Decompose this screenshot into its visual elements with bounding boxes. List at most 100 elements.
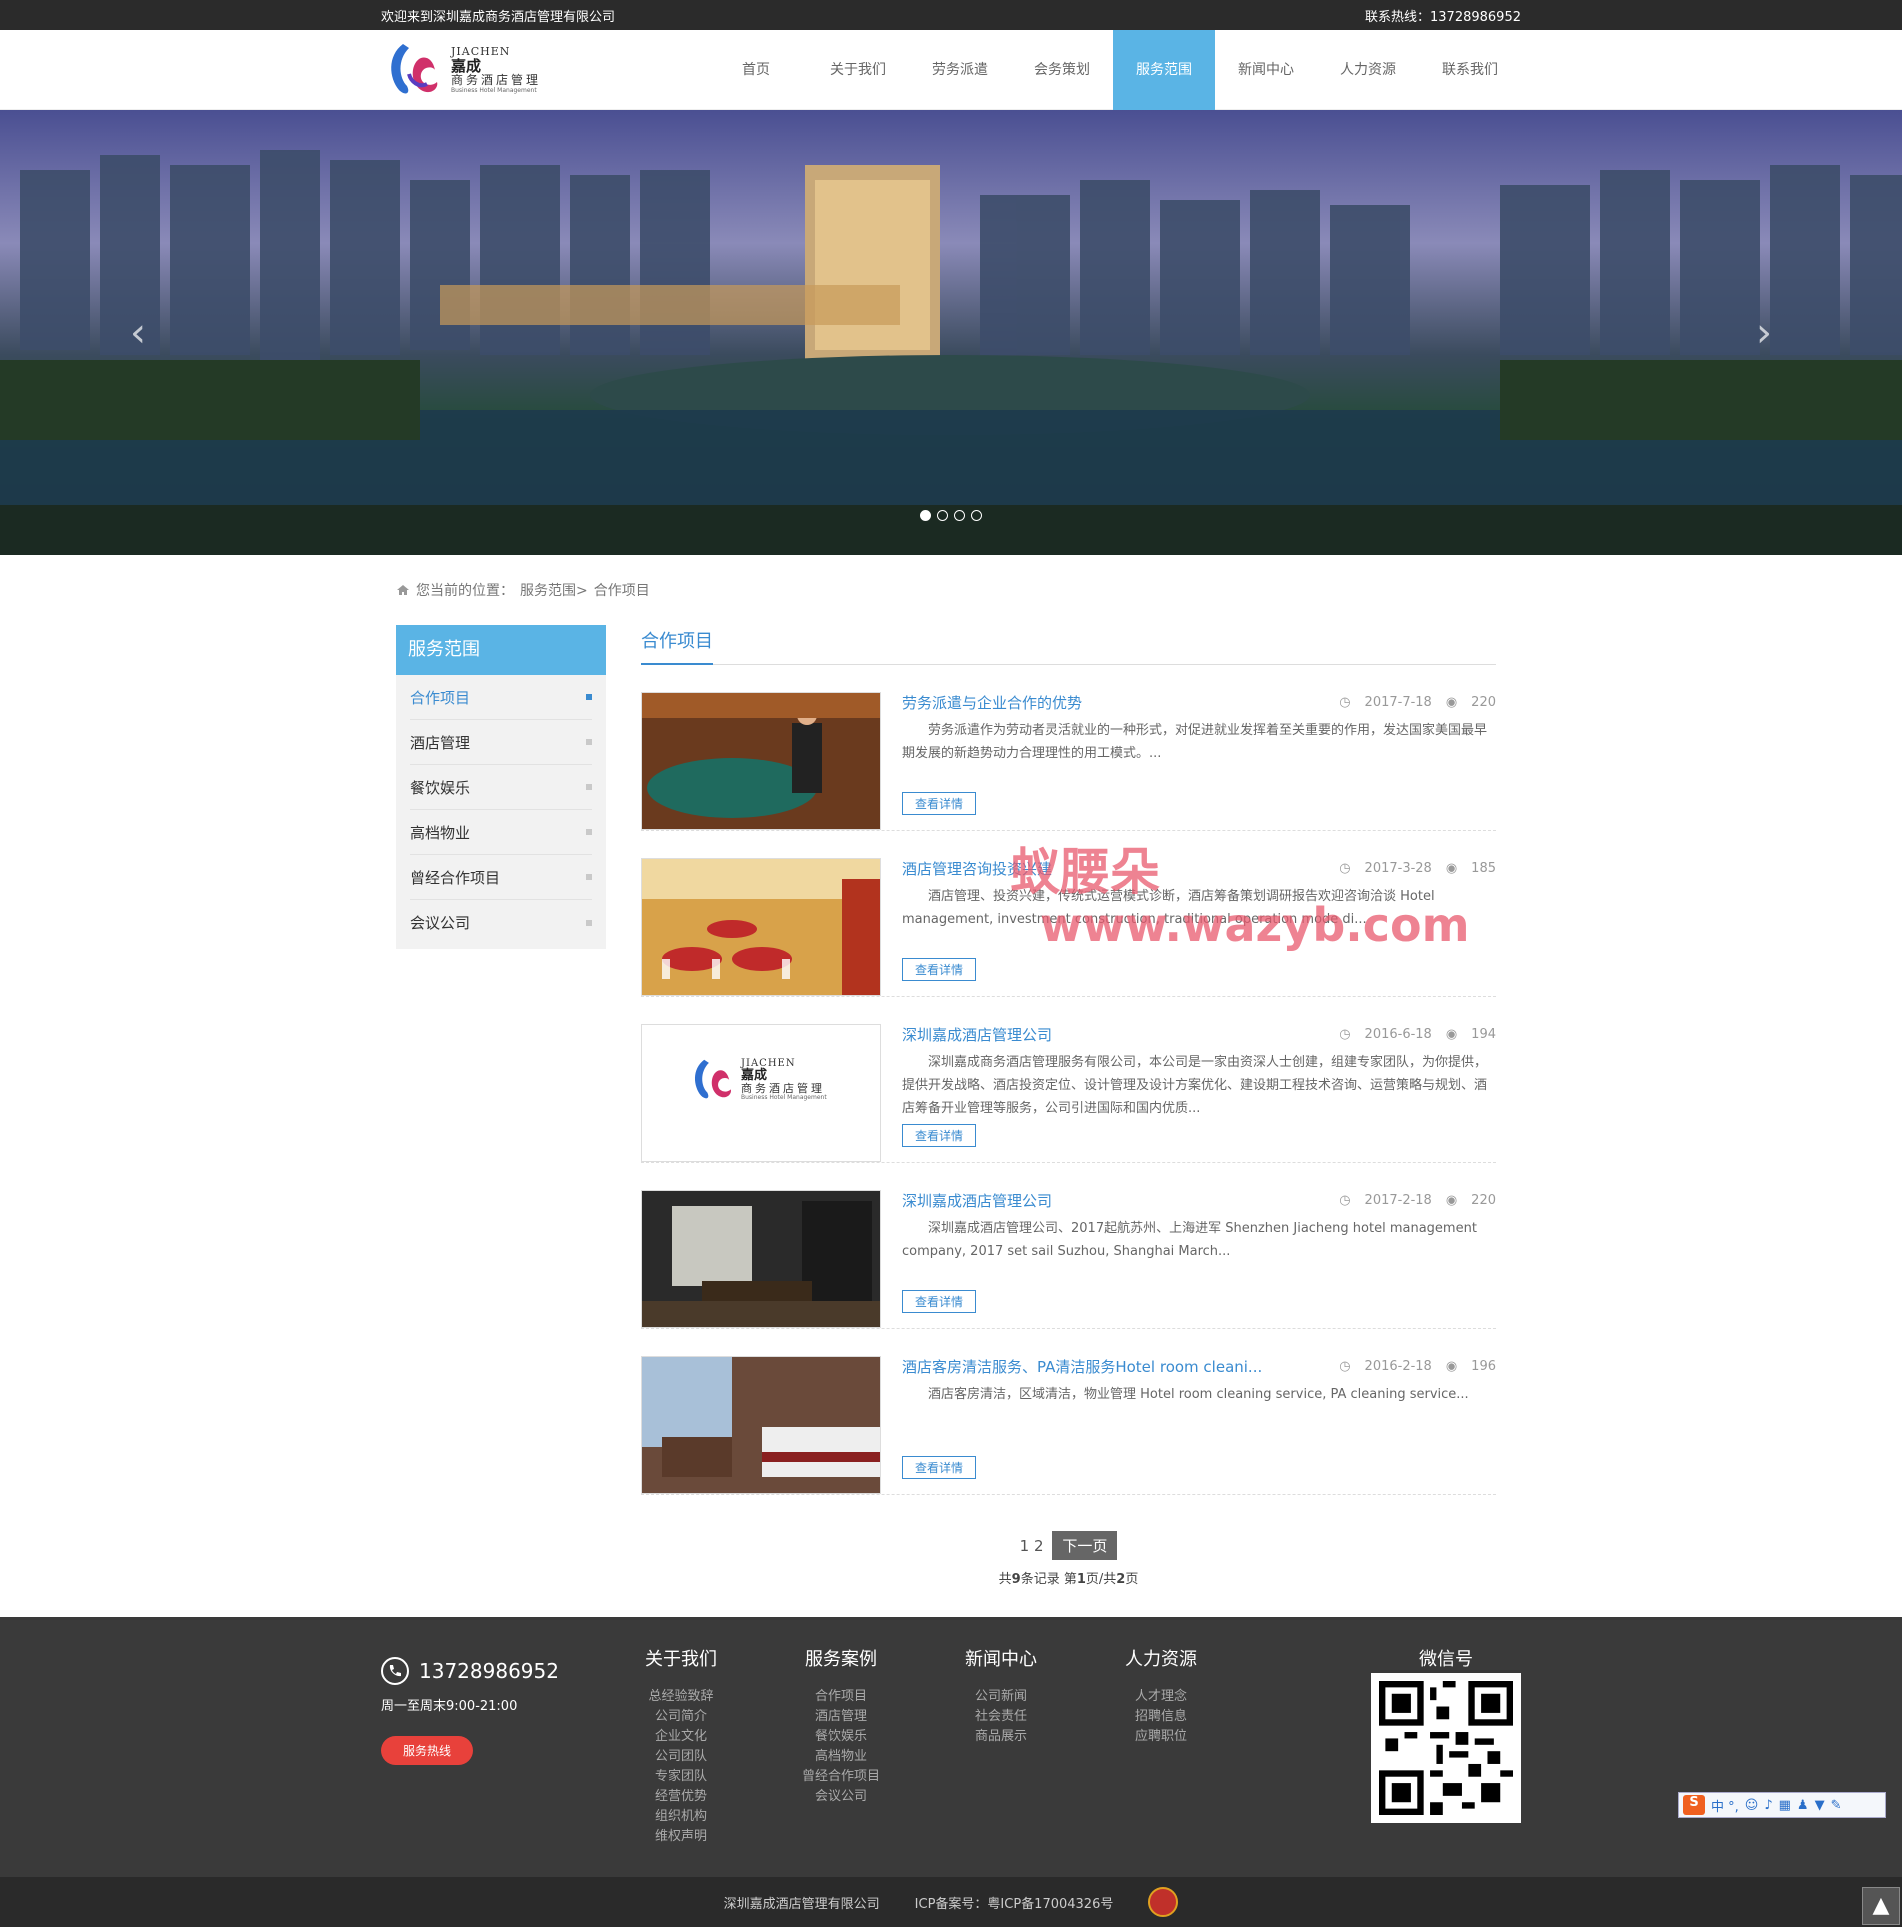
item-desc: 酒店客房清洁，区域清洁，物业管理 Hotel room cleaning ser…	[928, 1387, 1469, 1402]
user-icon: ♟	[1796, 1797, 1809, 1813]
footer-link[interactable]: 公司团队	[601, 1747, 761, 1767]
item-desc: 深圳嘉成酒店管理公司、2017起航苏州、上海进军 Shenzhen Jiache…	[902, 1221, 1477, 1259]
breadcrumb-services[interactable]: 服务范围>	[520, 580, 588, 600]
item-desc: 劳务派遣作为劳动者灵活就业的一种形式，对促进就业发挥着至关重要的作用，发达国家美…	[902, 723, 1488, 761]
breadcrumb-current[interactable]: 合作项目	[594, 580, 650, 600]
item-date: 2017-7-18	[1364, 695, 1432, 710]
pager-total: 9	[1011, 1572, 1021, 1587]
footer-link[interactable]: 社会责任	[921, 1707, 1081, 1727]
page-numbers[interactable]: 1 2	[1020, 1537, 1044, 1555]
pagination: 1 2 下一页	[641, 1531, 1496, 1560]
footer-link[interactable]: 合作项目	[761, 1687, 921, 1707]
banner-dot-1[interactable]	[920, 510, 931, 521]
nav-services[interactable]: 服务范围	[1113, 30, 1215, 110]
footer-link[interactable]: 应聘职位	[1081, 1727, 1241, 1747]
icp-number[interactable]: 粤ICP备17004326号	[987, 1897, 1113, 1912]
footer-link[interactable]: 人才理念	[1081, 1687, 1241, 1707]
eye-icon: ◉	[1445, 1359, 1458, 1374]
back-to-top-button[interactable]: ▲	[1862, 1887, 1900, 1925]
footer-link[interactable]: 公司简介	[601, 1707, 761, 1727]
footer-phone: 13728986952	[419, 1659, 559, 1683]
item-title[interactable]: 深圳嘉成酒店管理公司	[902, 1190, 1052, 1211]
nav-meeting[interactable]: 会务策划	[1011, 30, 1113, 110]
sidebar-item-meeting[interactable]: 会议公司	[410, 900, 592, 945]
footer-link[interactable]: 商品展示	[921, 1727, 1081, 1747]
footer-link[interactable]: 餐饮娱乐	[761, 1727, 921, 1747]
nav-hr[interactable]: 人力资源	[1317, 30, 1419, 110]
view-details-button[interactable]: 查看详情	[902, 1456, 977, 1479]
nav-labor[interactable]: 劳务派遣	[909, 30, 1011, 110]
view-details-button[interactable]: 查看详情	[902, 1290, 977, 1313]
sidebar-title: 服务范围	[396, 625, 606, 675]
banner-dot-4[interactable]	[971, 510, 982, 521]
footer-link[interactable]: 招聘信息	[1081, 1707, 1241, 1727]
view-details-button[interactable]: 查看详情	[902, 1124, 977, 1147]
item-title[interactable]: 酒店管理咨询投资兴建	[902, 858, 1052, 879]
nav-news[interactable]: 新闻中心	[1215, 30, 1317, 110]
nav-contact[interactable]: 联系我们	[1419, 30, 1521, 110]
next-page-button[interactable]: 下一页	[1052, 1531, 1118, 1560]
footer-link[interactable]: 会议公司	[761, 1787, 921, 1807]
item-views: 194	[1471, 1027, 1496, 1042]
arrow-up-icon: ▲	[1872, 1893, 1890, 1918]
footer-hours: 周一至周末9:00-21:00	[381, 1699, 518, 1714]
welcome-text: 欢迎来到深圳嘉成商务酒店管理有限公司	[381, 9, 616, 25]
footer-link[interactable]: 经营优势	[601, 1787, 761, 1807]
banner-prev-arrow[interactable]: ‹	[130, 310, 146, 356]
hero-banner[interactable]: ‹ ›	[0, 110, 1902, 555]
view-details-button[interactable]: 查看详情	[902, 792, 977, 815]
breadcrumb: 您当前的位置： 服务范围> 合作项目	[396, 555, 1506, 625]
item-title[interactable]: 深圳嘉成酒店管理公司	[902, 1024, 1052, 1045]
footer-link[interactable]: 组织机构	[601, 1807, 761, 1827]
hotline-button[interactable]: 服务热线	[381, 1736, 474, 1765]
item-thumbnail[interactable]: JIACHEN 嘉成 商务酒店管理 Business Hotel Management	[641, 1024, 881, 1162]
footer-link[interactable]: 高档物业	[761, 1747, 921, 1767]
footer-link[interactable]: 企业文化	[601, 1727, 761, 1747]
item-views: 185	[1471, 861, 1496, 876]
item-thumbnail[interactable]	[641, 692, 881, 830]
item-title[interactable]: 劳务派遣与企业合作的优势	[902, 692, 1082, 713]
sidebar-item-property[interactable]: 高档物业	[410, 810, 592, 855]
view-details-button[interactable]: 查看详情	[902, 958, 977, 981]
footer-link[interactable]: 总经验致辞	[601, 1687, 761, 1707]
logo[interactable]: JIACHEN 嘉成 商务酒店管理 Business Hotel Managem…	[381, 30, 571, 110]
item-thumbnail[interactable]	[641, 858, 881, 996]
banner-dot-3[interactable]	[954, 510, 965, 521]
sidebar-item-cooperation[interactable]: 合作项目	[410, 675, 592, 720]
footer-link[interactable]: 公司新闻	[921, 1687, 1081, 1707]
logo-mark-icon	[391, 44, 438, 94]
list-item: 深圳嘉成酒店管理公司 ◷ 2017-2-18 ◉ 220 深圳嘉成酒店管理公司、201…	[641, 1163, 1496, 1329]
footer-link[interactable]: 酒店管理	[761, 1707, 921, 1727]
sidebar-item-past[interactable]: 曾经合作项目	[410, 855, 592, 900]
footer-link[interactable]: 专家团队	[601, 1767, 761, 1787]
company-name: 深圳嘉成酒店管理有限公司	[723, 1896, 880, 1912]
thumb-logo-sub: Business Hotel Management	[741, 1094, 827, 1102]
footer-link[interactable]: 曾经合作项目	[761, 1767, 921, 1787]
ime-toolbar[interactable]: S 中 °, ☺ ♪ ▦ ♟ ▼ ✎	[1678, 1792, 1886, 1818]
footer-link[interactable]: 维权声明	[601, 1827, 761, 1847]
square-bullet-icon	[586, 694, 592, 700]
eye-icon: ◉	[1445, 861, 1458, 876]
item-title[interactable]: 酒店客房清洁服务、PA清洁服务Hotel room cleani...	[902, 1356, 1262, 1377]
sidebar-item-hotel[interactable]: 酒店管理	[410, 720, 592, 765]
footer-col-title: 新闻中心	[965, 1649, 1037, 1670]
item-thumbnail[interactable]	[641, 1356, 881, 1494]
content-area: 服务范围 合作项目 酒店管理 餐饮娱乐 高档物业 曾经合作项目 会议公司 合作项…	[396, 625, 1506, 1587]
banner-dot-2[interactable]	[937, 510, 948, 521]
phone-icon	[381, 1657, 409, 1685]
wechat-title: 微信号	[1419, 1649, 1473, 1670]
nav-about[interactable]: 关于我们	[807, 30, 909, 110]
nav-home[interactable]: 首页	[705, 30, 807, 110]
eye-icon: ◉	[1445, 695, 1458, 710]
ime-mode-label: 中 °,	[1711, 1799, 1739, 1815]
item-thumbnail[interactable]	[641, 1190, 881, 1328]
home-icon	[397, 585, 409, 595]
footer-wechat: 微信号	[1371, 1617, 1521, 1877]
logo-text: JIACHEN 嘉成 商务酒店管理 Business Hotel Managem…	[451, 45, 541, 94]
sogou-logo-icon: S	[1683, 1795, 1705, 1815]
wrench-icon: ✎	[1830, 1797, 1842, 1813]
banner-next-arrow[interactable]: ›	[1756, 310, 1772, 356]
clock-icon: ◷	[1339, 1359, 1351, 1374]
police-badge-icon	[1148, 1887, 1179, 1917]
sidebar-item-dining[interactable]: 餐饮娱乐	[410, 765, 592, 810]
